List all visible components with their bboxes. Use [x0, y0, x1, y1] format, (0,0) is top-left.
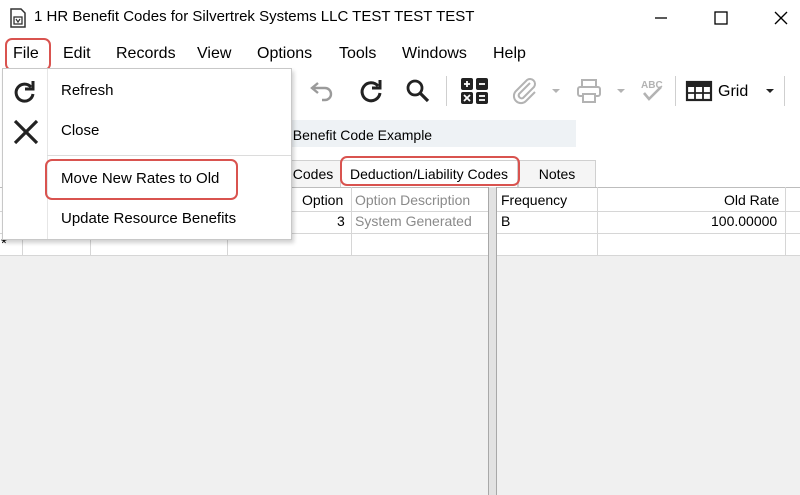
- menu-help[interactable]: Help: [493, 45, 526, 63]
- maximize-icon[interactable]: [709, 6, 733, 30]
- tab-codes[interactable]: Codes: [285, 160, 340, 187]
- menu-item-update-resource-benefits[interactable]: Update Resource Benefits: [3, 203, 291, 237]
- frequency-value[interactable]: B: [501, 213, 510, 229]
- column-header-old-rate[interactable]: Old Rate: [724, 192, 779, 208]
- option-description-value[interactable]: System Generated: [355, 213, 472, 229]
- calculator-icon[interactable]: [458, 76, 492, 106]
- column-header-frequency[interactable]: Frequency: [501, 192, 567, 208]
- tab-notes[interactable]: Notes: [518, 160, 596, 187]
- menu-options[interactable]: Options: [257, 45, 312, 63]
- toolbar-separator: [446, 76, 447, 106]
- grid-view-label[interactable]: Grid: [718, 83, 748, 101]
- refresh-icon[interactable]: [356, 76, 386, 106]
- move-rates-highlight: [45, 159, 238, 200]
- menu-view[interactable]: View: [197, 45, 231, 63]
- app-icon: [9, 8, 27, 28]
- spellcheck-icon[interactable]: ABC: [638, 76, 670, 106]
- attachment-dropdown-icon[interactable]: [549, 76, 563, 106]
- minimize-icon[interactable]: [649, 6, 673, 30]
- file-menu-highlight: [5, 38, 51, 71]
- toolbar-separator: [784, 76, 785, 106]
- column-header-option-description[interactable]: Option Description: [355, 192, 470, 208]
- search-icon[interactable]: [403, 76, 433, 106]
- toolbar-separator: [675, 76, 676, 106]
- grid-dropdown-icon[interactable]: [763, 76, 777, 106]
- menu-item-update-resource-label: Update Resource Benefits: [61, 210, 237, 227]
- deduction-tab-highlight: [340, 156, 520, 186]
- option-value[interactable]: 3: [337, 213, 345, 229]
- menu-edit[interactable]: Edit: [63, 45, 91, 63]
- menu-separator: [47, 155, 291, 156]
- print-icon[interactable]: [574, 76, 606, 106]
- grid-icon[interactable]: [684, 76, 714, 106]
- menu-item-refresh-label: Refresh: [61, 82, 114, 99]
- print-dropdown-icon[interactable]: [614, 76, 628, 106]
- menu-tools[interactable]: Tools: [339, 45, 376, 63]
- attachment-icon[interactable]: [508, 76, 540, 106]
- old-rate-value[interactable]: 100.00000: [711, 213, 777, 229]
- file-dropdown-menu: Refresh Close Move New Rates to Old Upda…: [2, 68, 292, 240]
- column-header-option[interactable]: Option: [302, 192, 343, 208]
- menu-records[interactable]: Records: [116, 45, 176, 63]
- menu-item-refresh[interactable]: Refresh: [3, 75, 291, 109]
- menu-windows[interactable]: Windows: [402, 45, 467, 63]
- close-icon[interactable]: [769, 6, 793, 30]
- undo-icon[interactable]: [305, 76, 337, 106]
- menu-item-close-label: Close: [61, 122, 100, 139]
- menu-item-close[interactable]: Close: [3, 115, 291, 149]
- description-value: al Benefit Code Example: [278, 127, 433, 143]
- window-title: 1 HR Benefit Codes for Silvertrek System…: [34, 8, 475, 25]
- splitter-bar[interactable]: [488, 187, 497, 495]
